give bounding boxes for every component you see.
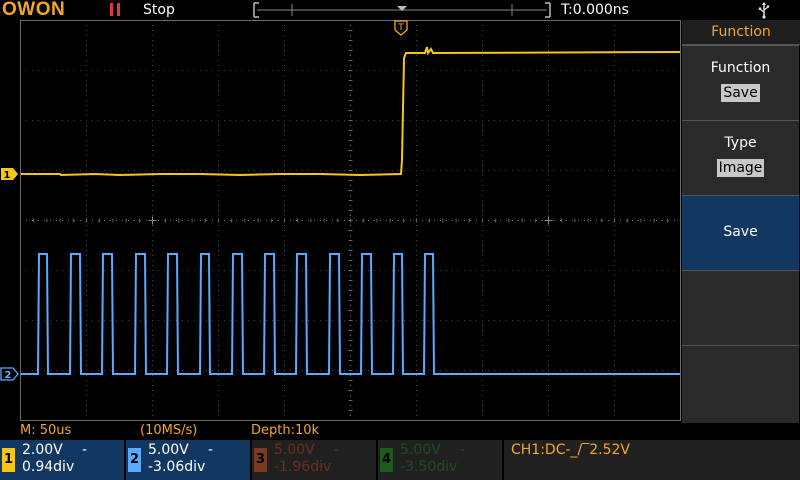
menu-item-save[interactable]: Save xyxy=(682,195,799,270)
menu-item-type-value: Image xyxy=(716,159,765,177)
ch2-volts: 5.00V xyxy=(148,442,189,458)
usb-icon xyxy=(758,2,770,19)
ch3-coupling: - xyxy=(334,442,340,458)
brand-logo: OWON xyxy=(2,0,66,20)
menu-item-function-value: Save xyxy=(721,84,760,102)
trigger-marker-label: T xyxy=(397,23,404,33)
ch4-badge: 4 xyxy=(380,448,393,472)
trigger-position-bar[interactable] xyxy=(252,2,552,18)
menu-title: Function xyxy=(682,20,800,45)
ch3-offset: -1.96div xyxy=(274,459,332,475)
menu-item-function[interactable]: Function Save xyxy=(682,45,799,120)
menu-item-type[interactable]: Type Image xyxy=(682,120,799,195)
function-menu: Function Function Save Type Image Save xyxy=(682,20,800,423)
ch4-volts: 5.00V xyxy=(400,442,441,458)
ch1-status[interactable]: 1 2.00V - 0.94div xyxy=(0,440,124,480)
ch1-badge: 1 xyxy=(2,448,15,472)
memory-depth-readout[interactable]: Depth:10k xyxy=(251,422,319,440)
sample-rate-readout: (10MS/s) xyxy=(140,423,198,438)
ch2-status[interactable]: 2 5.00V - -3.06div xyxy=(126,440,250,480)
timebase-readout[interactable]: M: 50us xyxy=(20,422,71,440)
menu-item-save-label: Save xyxy=(723,224,758,240)
ch2-offset: -3.06div xyxy=(148,459,206,475)
ch2-marker-label: 2 xyxy=(5,370,12,381)
menu-item-empty-4[interactable] xyxy=(682,270,799,345)
run-status[interactable]: Stop xyxy=(143,1,175,19)
waveform-display[interactable]: 1 2 T xyxy=(0,20,682,422)
ch1-volts: 2.00V xyxy=(22,442,63,458)
ch3-badge: 3 xyxy=(254,448,267,472)
menu-item-function-label: Function xyxy=(710,60,771,76)
ch4-status[interactable]: 4 5.00V - -3.50div xyxy=(378,440,502,480)
ch4-coupling: - xyxy=(460,442,466,458)
ch2-coupling: - xyxy=(208,442,214,458)
ch1-marker-label: 1 xyxy=(4,170,11,181)
menu-item-type-label: Type xyxy=(724,135,757,151)
trigger-info: CH1:DC-_/‾2.52V xyxy=(511,442,630,458)
ch2-badge: 2 xyxy=(128,448,141,472)
trigger-status[interactable]: CH1:DC-_/‾2.52V xyxy=(504,440,800,480)
trigger-time-readout: T:0.000ns xyxy=(561,2,629,18)
channel-status-bar: 1 2.00V - 0.94div 2 5.00V - -3.06div 3 5… xyxy=(0,440,800,480)
menu-item-empty-5[interactable] xyxy=(682,345,799,423)
pause-icon[interactable] xyxy=(110,3,121,16)
acquisition-info: M: 50us (10MS/s) Depth:10k xyxy=(0,422,682,440)
ch3-status[interactable]: 3 5.00V - -1.96div xyxy=(252,440,376,480)
ch1-offset: 0.94div xyxy=(22,459,75,475)
ch4-offset: -3.50div xyxy=(400,459,458,475)
ch3-volts: 5.00V xyxy=(274,442,315,458)
ch1-coupling: - xyxy=(82,442,88,458)
top-status-bar: OWON Stop T:0.000ns xyxy=(0,0,800,20)
